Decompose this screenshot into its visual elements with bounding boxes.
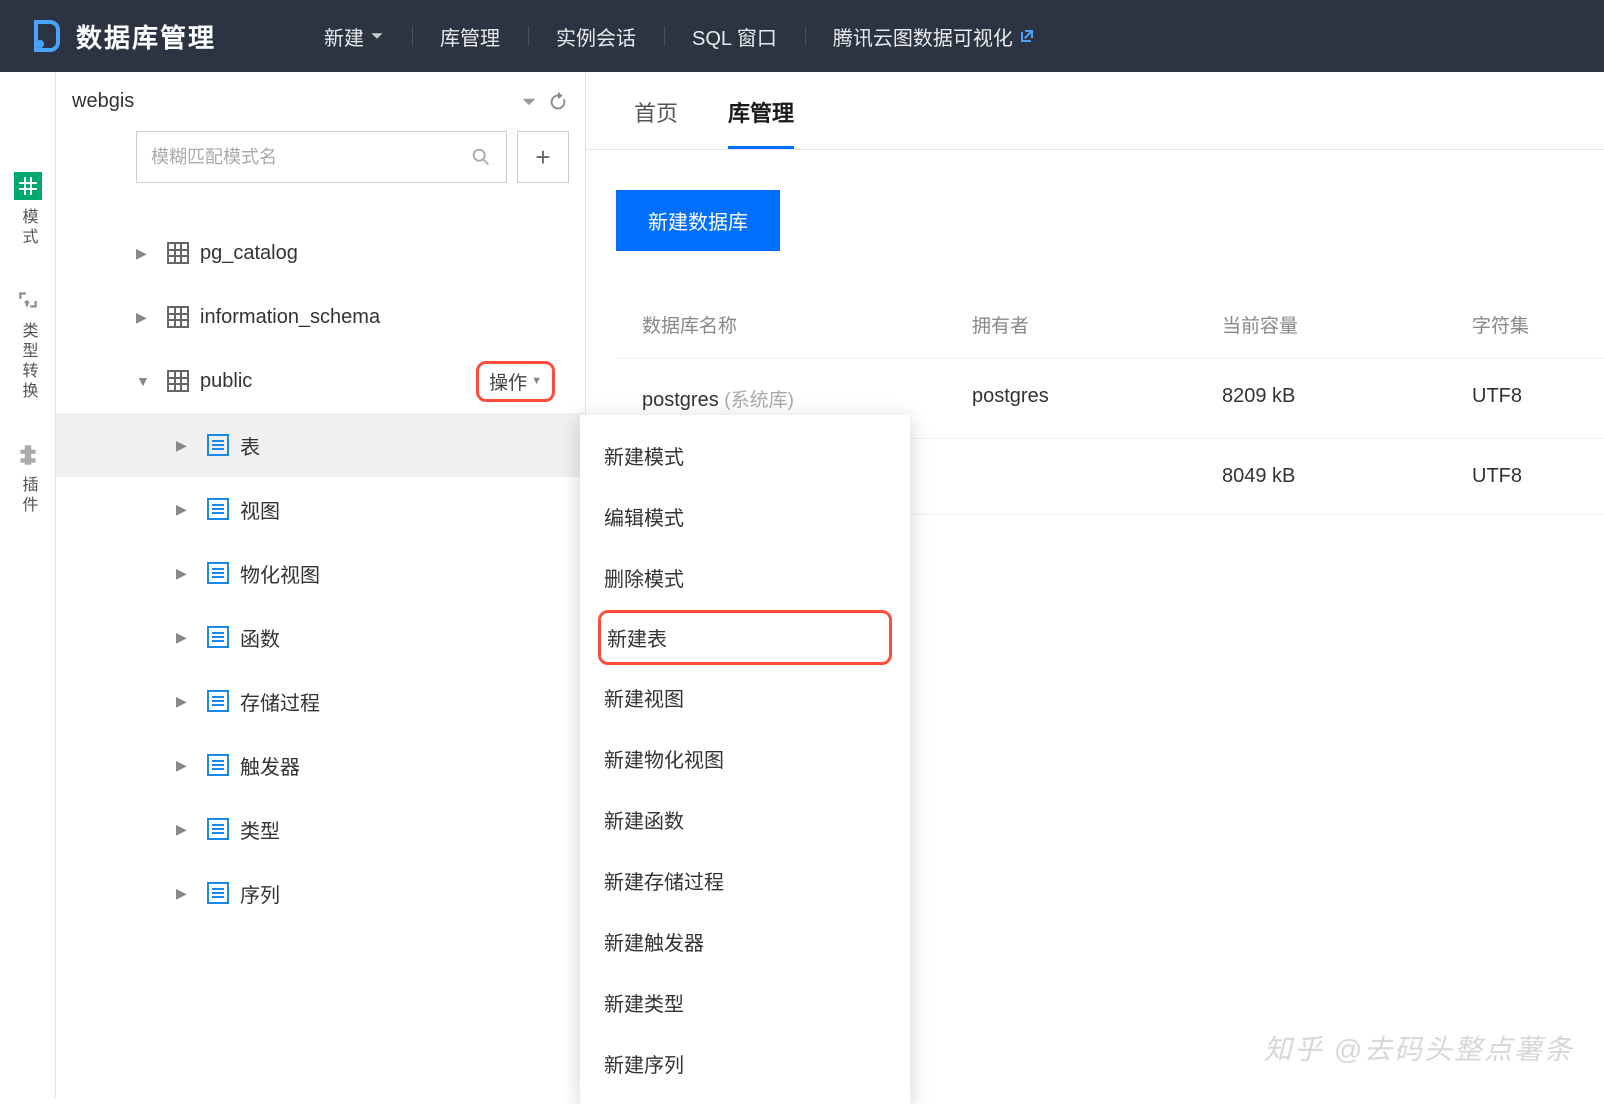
menu-item[interactable]: 新建存储过程 — [580, 850, 910, 911]
caret-right-icon: ▶ — [136, 309, 156, 326]
tab-db-mgmt[interactable]: 库管理 — [728, 96, 794, 149]
schema-icon — [166, 369, 190, 393]
left-rail: 模式 类型转换 插件 — [0, 72, 56, 1098]
chevron-down-icon — [370, 29, 384, 43]
caret-right-icon: ▶ — [176, 885, 196, 902]
caret-right-icon: ▶ — [176, 565, 196, 582]
chevron-down-icon: ▼ — [531, 375, 542, 387]
caret-right-icon: ▶ — [176, 501, 196, 518]
object-icon — [206, 817, 230, 841]
caret-right-icon: ▶ — [176, 437, 196, 454]
tree-item[interactable]: ▶ 存储过程 — [56, 669, 585, 733]
caret-right-icon: ▶ — [176, 821, 196, 838]
nav-new[interactable]: 新建 — [296, 22, 412, 51]
object-icon — [206, 497, 230, 521]
db-name: webgis — [72, 90, 511, 113]
object-icon — [206, 433, 230, 457]
tree-item[interactable]: ▶ 表 — [56, 413, 585, 477]
menu-item[interactable]: 删除模式 — [580, 547, 910, 608]
menu-item[interactable]: 新建视图 — [580, 667, 910, 728]
caret-right-icon: ▶ — [176, 629, 196, 646]
search-row: + — [56, 131, 585, 201]
context-menu: 新建模式编辑模式删除模式新建表新建视图新建物化视图新建函数新建存储过程新建触发器… — [580, 415, 910, 1104]
db-dropdown-icon[interactable] — [521, 94, 537, 110]
object-icon — [206, 881, 230, 905]
top-bar: 数据库管理 新建 库管理 实例会话 SQL 窗口 腾讯云图数据可视化 — [0, 0, 1604, 72]
plugin-icon — [15, 442, 41, 468]
table-header: 数据库名称 拥有者 当前容量 字符集 — [616, 291, 1604, 359]
convert-icon — [15, 288, 41, 314]
rail-type-convert-label: 类型转换 — [20, 322, 36, 402]
col-header-charset: 字符集 — [1472, 311, 1604, 338]
menu-item[interactable]: 新建序列 — [580, 1033, 910, 1094]
refresh-icon[interactable] — [547, 91, 569, 113]
tree-item[interactable]: ▶ 触发器 — [56, 733, 585, 797]
caret-right-icon: ▶ — [176, 757, 196, 774]
grid-icon — [17, 175, 39, 197]
schema-pg-catalog[interactable]: ▶ pg_catalog — [56, 221, 585, 285]
rail-type-convert[interactable]: 类型转换 — [15, 288, 41, 402]
caret-down-icon: ▼ — [136, 373, 156, 389]
menu-item[interactable]: 新建物化视图 — [580, 728, 910, 789]
content-tabs: 首页 库管理 — [586, 72, 1604, 150]
menu-item[interactable]: 新建触发器 — [580, 911, 910, 972]
tab-home[interactable]: 首页 — [634, 96, 678, 149]
object-icon — [206, 561, 230, 585]
schema-icon — [166, 305, 190, 329]
logo-icon — [24, 16, 64, 56]
create-database-button[interactable]: 新建数据库 — [616, 190, 780, 251]
logo-text: 数据库管理 — [76, 18, 216, 55]
add-schema-button[interactable]: + — [517, 131, 569, 183]
rail-plugins[interactable]: 插件 — [15, 442, 41, 516]
search-input[interactable] — [151, 147, 470, 168]
rail-schema[interactable]: 模式 — [14, 172, 42, 248]
tree-item[interactable]: ▶ 函数 — [56, 605, 585, 669]
rail-plugins-label: 插件 — [20, 476, 36, 516]
watermark: 知乎 @去码头整点薯条 — [1264, 1028, 1574, 1068]
object-icon — [206, 689, 230, 713]
schema-information-schema[interactable]: ▶ information_schema — [56, 285, 585, 349]
caret-right-icon: ▶ — [136, 245, 156, 262]
tree-item[interactable]: ▶ 序列 — [56, 861, 585, 925]
menu-item[interactable]: 新建表 — [598, 610, 892, 665]
nav-sessions[interactable]: 实例会话 — [528, 22, 664, 51]
menu-item[interactable]: 新建模式 — [580, 425, 910, 486]
schema-icon — [166, 241, 190, 265]
caret-right-icon: ▶ — [176, 693, 196, 710]
tree-item[interactable]: ▶ 类型 — [56, 797, 585, 861]
col-header-owner: 拥有者 — [972, 311, 1222, 338]
tree-item[interactable]: ▶ 物化视图 — [56, 541, 585, 605]
top-nav: 新建 库管理 实例会话 SQL 窗口 腾讯云图数据可视化 — [296, 22, 1063, 51]
menu-item[interactable]: 新建函数 — [580, 789, 910, 850]
schema-tree: ▶ pg_catalog ▶ information_schema ▼ publ… — [56, 201, 585, 945]
nav-db-mgmt[interactable]: 库管理 — [412, 22, 528, 51]
col-header-name: 数据库名称 — [642, 311, 972, 338]
schema-public[interactable]: ▼ public 操作 ▼ — [56, 349, 585, 413]
menu-item[interactable]: 编辑模式 — [580, 486, 910, 547]
schema-action-button[interactable]: 操作 ▼ — [476, 361, 555, 402]
logo: 数据库管理 — [24, 16, 216, 56]
search-icon — [470, 146, 492, 168]
tree-item[interactable]: ▶ 视图 — [56, 477, 585, 541]
external-link-icon — [1019, 28, 1035, 44]
col-header-size: 当前容量 — [1222, 311, 1472, 338]
rail-schema-label: 模式 — [20, 208, 36, 248]
nav-sql-window[interactable]: SQL 窗口 — [664, 22, 805, 51]
menu-item[interactable]: 新建类型 — [580, 972, 910, 1033]
db-header: webgis — [56, 72, 585, 131]
nav-visualization[interactable]: 腾讯云图数据可视化 — [805, 22, 1063, 51]
sidebar: webgis + ▶ pg_catalog ▶ information_sche… — [56, 72, 586, 1098]
object-icon — [206, 625, 230, 649]
object-icon — [206, 753, 230, 777]
search-box — [136, 131, 507, 183]
